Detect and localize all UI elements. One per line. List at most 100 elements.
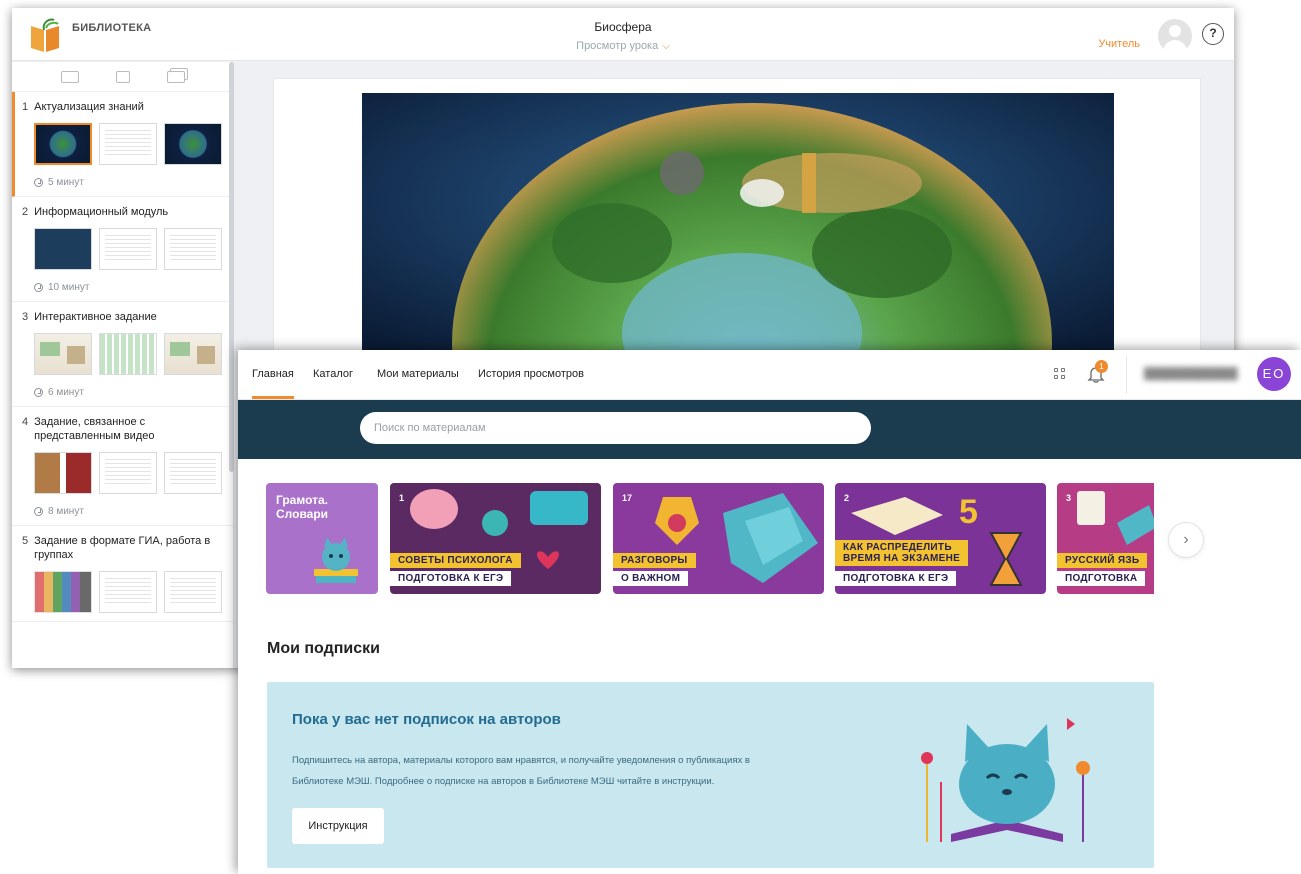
lesson-header: БИБЛИОТЕКА Биосфера Просмотр урока ⌵ Учит… [12,8,1234,61]
block-number: 1 [22,101,29,113]
top-navigation: Главная Каталог Мои материалы История пр… [238,350,1301,400]
user-name-blurred: ████████████ [1144,368,1238,380]
library-window: Главная Каталог Мои материалы История пр… [238,350,1301,874]
chevron-right-icon: › [1183,531,1189,548]
lesson-view-selector[interactable]: Просмотр урока ⌵ [12,40,1234,52]
collections-carousel: Грамота. Словари 1 СОВЕТЫ ПСИХОЛОГА ПОДГ… [266,483,1154,594]
block-title: Актуализация знаний [34,101,144,113]
slide-thumbnail[interactable] [99,571,157,613]
view-mode-switcher [12,62,233,92]
monitor-icon[interactable] [60,70,79,83]
card-ribbon-bottom: ПОДГОТОВКА К ЕГЭ [835,571,957,586]
stack-icon[interactable] [166,70,185,83]
svg-text:5: 5 [959,493,978,531]
help-button[interactable]: ? [1202,23,1224,45]
slide-thumbnail[interactable] [99,452,157,494]
slide-viewer [273,78,1201,378]
empty-state-title: Пока у вас нет подписок на авторов [292,711,561,728]
collection-card-russian[interactable]: 3 РУССКИЙ ЯЗЬ ПОДГОТОВКА [1057,483,1154,594]
card-ribbon-top: КАК РАСПРЕДЕЛИТЬ ВРЕМЯ НА ЭКЗАМЕНЕ [835,540,969,566]
card-ribbon-top: РАЗГОВОРЫ [613,553,696,568]
carousel-next-button[interactable]: › [1168,522,1204,558]
empty-state-text-line-2: Библиотеке МЭШ. Подробнее о подписке на … [292,776,715,787]
collection-card-gramota[interactable]: Грамота. Словари [266,483,378,594]
empty-state-text-line-1: Подпишитесь на автора, материалы которог… [292,755,750,766]
card-ribbon-line-1: КАК РАСПРЕДЕЛИТЬ [843,542,952,553]
tablet-icon[interactable] [115,70,130,83]
slide-thumbnail[interactable] [164,571,222,613]
lesson-title: Биосфера [594,20,652,34]
block-title: Задание, связанное с представленным виде… [34,416,155,442]
block-duration: 10 минут [34,282,223,293]
avatar[interactable] [1158,19,1192,53]
block-number: 2 [22,206,29,218]
chevron-down-icon: ⌵ [662,41,670,52]
slide-thumbnail[interactable] [99,123,157,165]
slide-thumbnail[interactable] [34,228,92,270]
block-duration: 8 минут [34,506,223,517]
card-ribbon-top: СОВЕТЫ ПСИХОЛОГА [390,553,521,568]
lesson-block-3[interactable]: 3 Интерактивное задание 6 минут [12,302,233,407]
slide-thumbnail[interactable] [99,333,157,375]
lesson-block-2[interactable]: 2 Информационный модуль 10 минут [12,197,233,302]
collection-card-exam-time[interactable]: 2 5 КАК РАСПРЕДЕЛИТЬ ВРЕМЯ НА ЭКЗАМЕНЕ ПО… [835,483,1046,594]
slide-thumbnail[interactable] [99,228,157,270]
block-duration: 5 минут [34,177,223,188]
clock-icon [34,388,43,397]
lesson-block-4[interactable]: 4 Задание, связанное с представленным вид… [12,407,233,526]
duration-text: 6 минут [48,387,84,398]
block-number: 4 [22,416,29,428]
duration-text: 5 минут [48,177,84,188]
block-title: Задание в формате ГИА, работа в группах [34,535,211,561]
card-ribbon-bottom: ПОДГОТОВКА К ЕГЭ [390,571,512,586]
lesson-block-1[interactable]: 1 Актуализация знаний 5 минут [12,92,233,197]
notification-badge: 1 [1095,360,1108,373]
card-title: Грамота. Словари [276,493,329,521]
grid-icon[interactable] [1054,368,1066,380]
search-input[interactable] [360,412,871,444]
lesson-sidebar: 1 Актуализация знаний 5 минут 2 Информацио… [12,62,234,668]
slide-thumbnail[interactable] [34,123,92,165]
collection-card-talks[interactable]: 17 РАЗГОВОРЫ О ВАЖНОМ [613,483,824,594]
lesson-block-5[interactable]: 5 Задание в формате ГИА, работа в группах [12,526,233,622]
slide-thumbnail[interactable] [34,571,92,613]
nav-my-materials[interactable]: Мои материалы [377,368,459,380]
cat-reading-illustration [921,718,1090,842]
block-title: Информационный модуль [34,206,169,218]
biosphere-globe-image [362,93,1114,363]
duration-text: 10 минут [48,282,90,293]
block-number: 3 [22,311,29,323]
collection-card-psychologist[interactable]: 1 СОВЕТЫ ПСИХОЛОГА ПОДГОТОВКА К ЕГЭ [390,483,601,594]
clock-icon [34,507,43,516]
globe-illustration [362,93,1114,363]
clock-icon [34,283,43,292]
slide-thumbnail[interactable] [164,333,222,375]
nav-history[interactable]: История просмотров [478,368,584,380]
role-label[interactable]: Учитель [1098,38,1140,50]
help-icon: ? [1209,26,1217,40]
subscriptions-title: Мои подписки [267,640,381,657]
card-ribbon-top: РУССКИЙ ЯЗЬ [1057,553,1148,568]
subscriptions-empty-panel: Пока у вас нет подписок на авторов Подпи… [267,682,1154,868]
nav-divider [1126,356,1127,394]
slide-thumbnail[interactable] [164,123,222,165]
slide-thumbnail[interactable] [164,228,222,270]
search-band [238,400,1301,459]
clock-icon [34,178,43,187]
duration-text: 8 минут [48,506,84,517]
slide-thumbnail[interactable] [34,452,92,494]
card-ribbon-bottom: ПОДГОТОВКА [1057,571,1146,586]
nav-catalog[interactable]: Каталог [313,368,353,380]
cat-books-icon [314,537,358,583]
card-ribbon-bottom: О ВАЖНОМ [613,571,689,586]
card-ribbon-line-2: ВРЕМЯ НА ЭКЗАМЕНЕ [843,553,961,564]
nav-home[interactable]: Главная [252,368,294,399]
slide-thumbnail[interactable] [164,452,222,494]
sidebar-scrollbar[interactable] [229,62,234,472]
slide-thumbnail[interactable] [34,333,92,375]
instruction-button[interactable]: Инструкция [292,808,384,844]
block-duration: 6 минут [34,387,223,398]
lesson-view-label: Просмотр урока [576,40,659,52]
block-number: 5 [22,535,29,547]
user-avatar[interactable]: ЕО [1257,357,1291,391]
